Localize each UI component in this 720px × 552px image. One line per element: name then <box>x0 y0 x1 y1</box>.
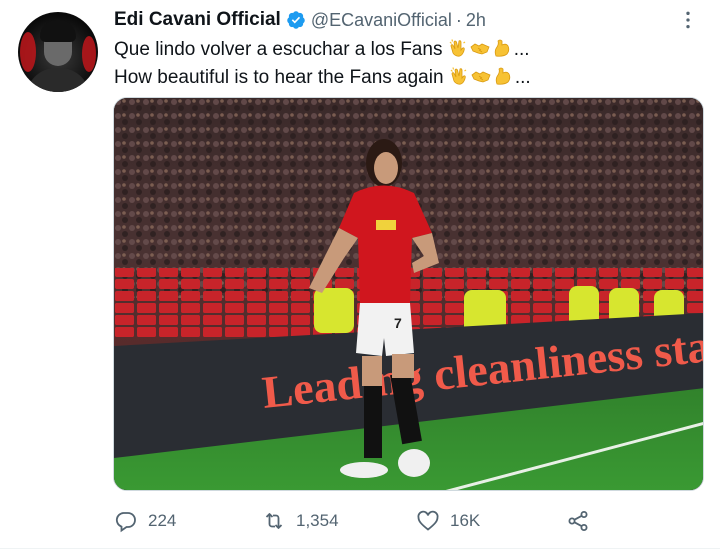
retweet-count: 1,354 <box>296 511 339 530</box>
author-handle[interactable]: @ECavaniOfficial <box>311 10 452 31</box>
share-button[interactable] <box>566 506 600 536</box>
like-button[interactable]: 16K <box>416 506 480 536</box>
avatar-red-smoke <box>20 32 36 72</box>
stadium-photo: Leading cleanliness standards 7 <box>114 98 703 490</box>
tweet-text-line-1: Que lindo volver a escuchar a los Fans .… <box>114 36 531 64</box>
verified-badge-icon <box>287 11 305 29</box>
handshake-icon <box>470 43 490 55</box>
text-spanish: Que lindo volver a escuchar a los Fans <box>114 39 443 60</box>
avatar-hair <box>40 20 76 42</box>
retweet-button[interactable]: 1,354 <box>262 506 339 536</box>
flexed-biceps-icon <box>494 39 509 57</box>
handshake-icon <box>471 71 491 83</box>
tweet[interactable]: Edi Cavani Official @ECavaniOfficial · 2… <box>0 0 720 552</box>
svg-text:7: 7 <box>394 315 402 331</box>
clapping-hands-icon <box>449 39 466 57</box>
tweet-text-line-2: How beautiful is to hear the Fans again … <box>114 64 531 92</box>
tweet-header: Edi Cavani Official @ECavaniOfficial · 2… <box>114 8 486 32</box>
tweet-photo[interactable]: Leading cleanliness standards 7 <box>113 97 704 491</box>
avatar-red-smoke-right <box>82 36 96 72</box>
separator-dot: · <box>455 9 462 30</box>
avatar-shoulders <box>26 68 90 92</box>
tweet-text: Que lindo volver a escuchar a los Fans .… <box>114 36 531 92</box>
avatar[interactable] <box>18 12 98 92</box>
clapping-hands-icon <box>450 67 467 85</box>
reply-button[interactable]: 224 <box>114 506 176 536</box>
author-name[interactable]: Edi Cavani Official <box>114 9 281 31</box>
ellipsis-2: ... <box>514 67 531 88</box>
ellipsis-1: ... <box>513 39 530 60</box>
text-english: How beautiful is to hear the Fans again <box>114 67 444 88</box>
like-count: 16K <box>450 511 481 530</box>
timestamp[interactable]: 2h <box>466 10 486 31</box>
retweet-icon <box>265 513 283 529</box>
share-icon <box>568 511 588 531</box>
reply-count: 224 <box>148 511 177 530</box>
more-options-icon[interactable] <box>678 10 698 30</box>
reply-icon <box>115 512 136 533</box>
flexed-biceps-icon <box>495 67 511 85</box>
divider <box>0 548 720 549</box>
tweet-actions: 224 1,354 16K <box>114 506 634 536</box>
heart-icon <box>417 510 439 531</box>
